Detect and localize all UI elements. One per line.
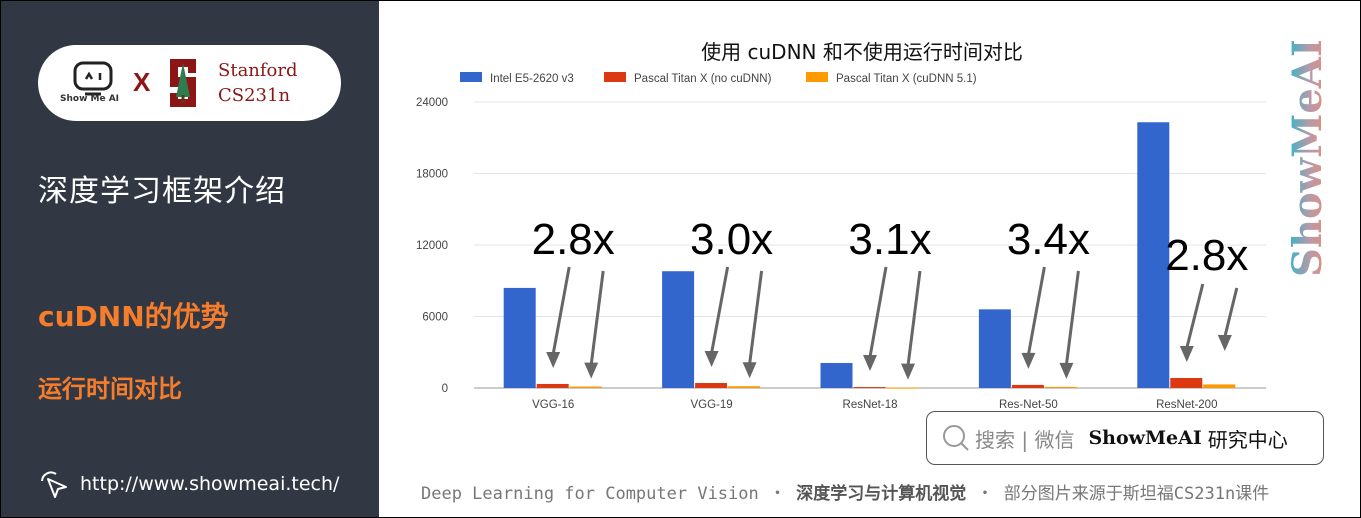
legend-label: Pascal Titan X (cuDNN 5.1) [836,73,977,85]
arrow-head-icon [1021,352,1036,369]
arrow-head-icon [584,362,599,379]
chart-title: 使用 cuDNN 和不使用运行时间对比 [701,40,1023,64]
arrow-shaft [551,266,571,355]
y-tick-label: 24000 [416,97,448,109]
bar [536,383,569,388]
arrow-head-icon [704,350,719,367]
arrow-head-icon [742,362,757,379]
footer-sep-2: ・ [976,484,994,504]
y-tick-label: 0 [442,383,448,395]
footer-title: 深度学习与计算机视觉 [796,484,967,504]
speedup-label: 2.8x [532,215,615,264]
legend-swatch [806,72,828,82]
y-tick-label: 6000 [422,312,448,324]
y-axis-ticks: 0 6000 12000 18000 24000 [416,97,448,395]
speedup-label: 3.4x [1007,215,1090,264]
arrow-shaft [589,270,605,365]
x-tick-label: ResNet-18 [843,399,898,411]
bar [662,271,695,388]
arrow-head-icon [1179,345,1194,362]
bar [569,386,602,388]
x-tick-label: ResNet-200 [1156,399,1217,411]
bar [1203,384,1236,388]
arrow-head-icon [546,351,561,368]
chart-legend: Intel E5-2620 v3 Pascal Titan X (no cuDNN… [460,72,977,85]
slide: Show Me AI X Stanford CS231n 深度学习框架介绍 cu… [1,1,1360,517]
arrow-shaft [748,270,764,365]
x-axis-labels: VGG-16 VGG-19 ResNet-18 Res-Net-50 ResNet-20… [532,399,1217,411]
legend-swatch [604,72,626,82]
wechat-search-box[interactable]: 搜索 | 微信 ShowMeAI 研究中心 [926,411,1324,465]
footer-course: Deep Learning for Computer Vision [421,484,759,504]
arrow-shaft [710,266,730,354]
y-tick-label: 18000 [416,169,448,181]
y-tick-label: 12000 [416,240,448,252]
search-suffix: 研究中心 [1207,427,1288,452]
footer-credit: 部分图片来源于斯坦福CS231n课件 [1003,484,1270,504]
x-tick-label: Res-Net-50 [999,399,1058,411]
arrow-shaft [1185,283,1205,349]
search-icon [943,425,969,451]
bar [820,362,853,388]
speedup-label: 2.8x [1165,231,1248,280]
arrow-shaft [1064,270,1080,366]
arrow-head-icon [863,355,877,372]
bar [978,309,1011,388]
speedup-label: 3.0x [690,215,773,264]
legend-label: Pascal Titan X (no cuDNN) [634,73,772,85]
bar [1011,384,1044,388]
search-placeholder: 搜索 | 微信 [975,427,1075,452]
legend-swatch [460,72,482,82]
arrow-head-icon [1059,362,1074,379]
bar [695,382,728,388]
speedup-label: 3.1x [848,215,931,264]
bar [853,387,886,389]
watermark-text: ShowMeAI [1291,41,1327,277]
legend-label: Intel E5-2620 v3 [490,73,574,85]
footer: Deep Learning for Computer Vision ・ 深度学习… [421,479,1269,504]
arrow-shaft [868,266,888,358]
search-brand: ShowMeAI [1088,427,1202,449]
bar [1044,386,1077,388]
arrow-shaft [906,270,922,366]
footer-sep-1: ・ [769,484,787,504]
showmeai-watermark: ShowMeAI [1291,41,1327,277]
bar [503,287,536,388]
arrow-shaft [1223,287,1239,338]
arrow-head-icon [901,363,915,380]
bar [1170,377,1203,388]
bar [728,386,761,388]
x-tick-label: VGG-19 [691,399,733,411]
arrow-head-icon [1217,335,1232,351]
arrow-shaft [1026,266,1046,356]
bar [886,387,919,389]
x-tick-label: VGG-16 [532,399,574,411]
